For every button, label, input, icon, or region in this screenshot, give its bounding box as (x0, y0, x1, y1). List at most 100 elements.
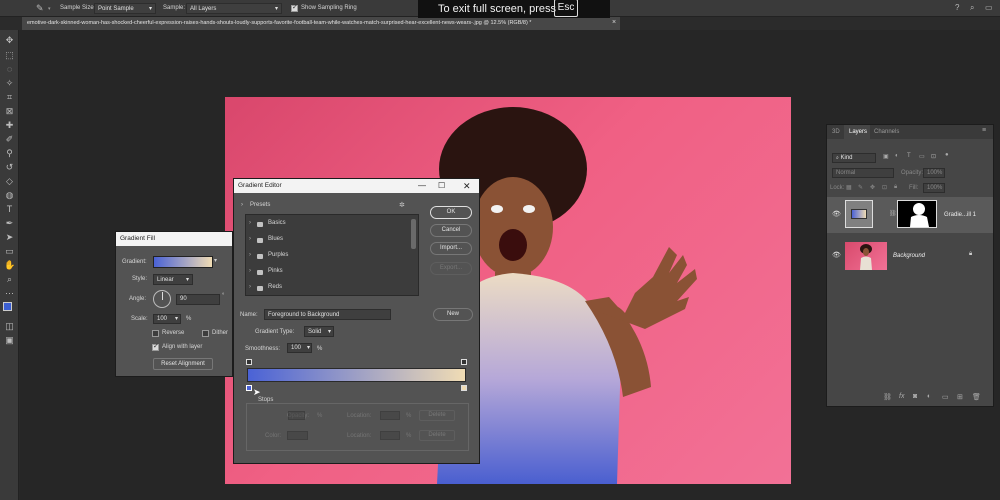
cancel-button[interactable]: Cancel (430, 224, 472, 237)
close-tab-icon[interactable]: × (612, 19, 616, 26)
angle-dial[interactable] (153, 290, 171, 308)
dither-checkbox[interactable] (202, 330, 209, 337)
tab-layers[interactable]: Layers (844, 125, 870, 139)
clone-stamp-icon[interactable]: ⚲ (4, 148, 15, 159)
tool-preset-chevron-icon[interactable]: ▾ (48, 6, 51, 12)
reverse-checkbox[interactable] (152, 330, 159, 337)
gradient-fill-thumbnail[interactable] (845, 200, 873, 228)
gradient-editor-titlebar[interactable]: Gradient Editor — ☐ ✕ (234, 179, 479, 193)
filter-adjustment-icon[interactable]: ◐ (895, 153, 899, 159)
layer-row-gradient-fill[interactable]: 👁︎ ⛓︎ Gradie...ill 1 (827, 197, 993, 233)
background-thumbnail[interactable] (845, 242, 887, 270)
lock-transparent-icon[interactable]: ▦ (846, 184, 852, 191)
filter-type-icon[interactable]: T (907, 153, 911, 159)
ok-button[interactable]: OK (430, 206, 472, 219)
brush-tool-icon[interactable]: ✐ (4, 134, 15, 145)
eraser-tool-icon[interactable]: ◇ (4, 176, 15, 187)
minimize-icon[interactable]: — (418, 179, 426, 193)
layer-row-background[interactable]: 👁︎ Background 🔒︎ (827, 240, 993, 272)
filter-toggle-icon[interactable]: ● (945, 152, 949, 158)
delete-layer-icon[interactable]: 🗑︎ (972, 393, 981, 401)
style-select[interactable]: Linear ▾ (153, 274, 193, 285)
color-stop-left[interactable] (246, 385, 252, 391)
gradient-preview-bar[interactable] (247, 368, 466, 382)
lock-all-icon[interactable]: 🔒︎ (894, 184, 897, 191)
stop-color-swatch[interactable] (287, 431, 308, 440)
filter-kind-select[interactable]: ⌕ Kind (832, 153, 876, 163)
fx-icon[interactable]: fx (899, 393, 904, 400)
filter-shape-icon[interactable]: ▭ (919, 153, 925, 160)
import-button[interactable]: Import... (430, 242, 472, 255)
preset-folder-reds[interactable]: › Reds (246, 282, 396, 294)
preset-folder-basics[interactable]: › Basics (246, 218, 396, 230)
filter-pixel-icon[interactable]: ▣ (883, 153, 889, 160)
hand-tool-icon[interactable]: ✋ (4, 260, 15, 271)
presets-scrollbar[interactable] (411, 219, 416, 249)
opacity-location-input[interactable] (380, 411, 400, 420)
new-group-icon[interactable]: ▭ (942, 393, 949, 401)
blend-mode-select[interactable]: Normal (832, 168, 894, 178)
align-with-layer-checkbox[interactable] (152, 342, 159, 351)
zoom-tool-icon[interactable]: ⌕ (4, 274, 15, 285)
presets-toggle-icon[interactable]: › (241, 202, 243, 208)
path-select-icon[interactable]: ➤ (4, 232, 15, 243)
document-tab[interactable]: emotive-dark-skinned-woman-has-shocked-c… (22, 17, 620, 30)
link-icon[interactable]: ⛓︎ (889, 210, 897, 217)
add-mask-icon[interactable]: ◙ (913, 393, 917, 400)
text-tool-icon[interactable]: T (4, 204, 15, 215)
eyedropper-icon[interactable]: ✎ (36, 3, 44, 14)
show-sampling-ring-checkbox[interactable] (291, 3, 298, 12)
screen-mode-icon[interactable]: ▣ (4, 335, 15, 346)
gradient-fill-swatch[interactable] (153, 256, 213, 268)
color-stop-right[interactable] (461, 385, 467, 391)
smoothness-input[interactable]: 100 ▾ (287, 343, 312, 353)
healing-brush-icon[interactable]: ✚ (4, 120, 15, 131)
lock-artboard-icon[interactable]: ⊡ (882, 184, 887, 191)
visibility-eye-icon[interactable]: 👁︎ (832, 251, 841, 259)
panel-menu-icon[interactable]: ≡ (982, 127, 986, 134)
preset-folder-purples[interactable]: › Purples (246, 250, 396, 262)
rectangle-tool-icon[interactable]: ▭ (4, 246, 15, 257)
foreground-color-swatch[interactable] (3, 302, 12, 311)
paint-bucket-icon[interactable]: ◍ (4, 190, 15, 201)
layer-fill-input[interactable]: 100% (923, 183, 945, 193)
help-icon[interactable]: ? (955, 3, 959, 12)
pen-tool-icon[interactable]: ✒ (4, 218, 15, 229)
more-tools-icon[interactable]: ⋯ (4, 288, 15, 299)
layer-name[interactable]: Gradie...ill 1 (944, 212, 976, 218)
chevron-down-icon[interactable]: ▾ (214, 257, 217, 264)
presets-settings-icon[interactable]: ✲ (399, 201, 405, 209)
move-tool-icon[interactable]: ✥ (4, 35, 15, 46)
search-icon[interactable]: ⌕ (970, 3, 974, 13)
layer-mask-thumbnail[interactable] (897, 200, 937, 228)
quick-mask-icon[interactable]: ◫ (4, 321, 15, 332)
gradient-fill-titlebar[interactable]: Gradient Fill (116, 232, 232, 246)
link-layers-icon[interactable]: ⛓︎ (883, 393, 892, 401)
history-brush-icon[interactable]: ↺ (4, 162, 15, 173)
new-layer-icon[interactable]: ⊞ (957, 393, 963, 401)
scale-input[interactable]: 100 ▾ (153, 314, 181, 324)
preset-folder-blues[interactable]: › Blues (246, 234, 396, 246)
delete-color-stop-button[interactable]: Delete (419, 430, 455, 441)
layer-name[interactable]: Background (893, 253, 925, 259)
opacity-stop-right[interactable] (461, 359, 467, 365)
color-location-input[interactable] (380, 431, 400, 440)
lock-image-icon[interactable]: ✎ (858, 184, 863, 191)
gradient-name-input[interactable]: Foreground to Background (264, 309, 391, 320)
preset-folder-pinks[interactable]: › Pinks (246, 266, 396, 278)
layer-opacity-input[interactable]: 100% (923, 168, 945, 178)
crop-tool-icon[interactable]: ⌗ (4, 92, 15, 103)
angle-input[interactable]: 90 (176, 294, 220, 305)
sample-select[interactable]: All Layers ▾ (186, 3, 282, 14)
new-adjustment-icon[interactable]: ◐ (927, 393, 931, 400)
maximize-icon[interactable]: ☐ (438, 179, 445, 193)
reset-alignment-button[interactable]: Reset Alignment (153, 358, 213, 370)
filter-smart-object-icon[interactable]: ⊡ (931, 153, 936, 160)
export-button[interactable]: Export... (430, 262, 472, 275)
quick-select-tool-icon[interactable]: ✧ (4, 78, 15, 89)
frame-tool-icon[interactable]: ⊠ (4, 106, 15, 117)
marquee-tool-icon[interactable]: ⬚ (4, 50, 15, 61)
tab-channels[interactable]: Channels (874, 129, 899, 135)
opacity-stop-left[interactable] (246, 359, 252, 365)
stop-opacity-input[interactable] (288, 411, 305, 420)
